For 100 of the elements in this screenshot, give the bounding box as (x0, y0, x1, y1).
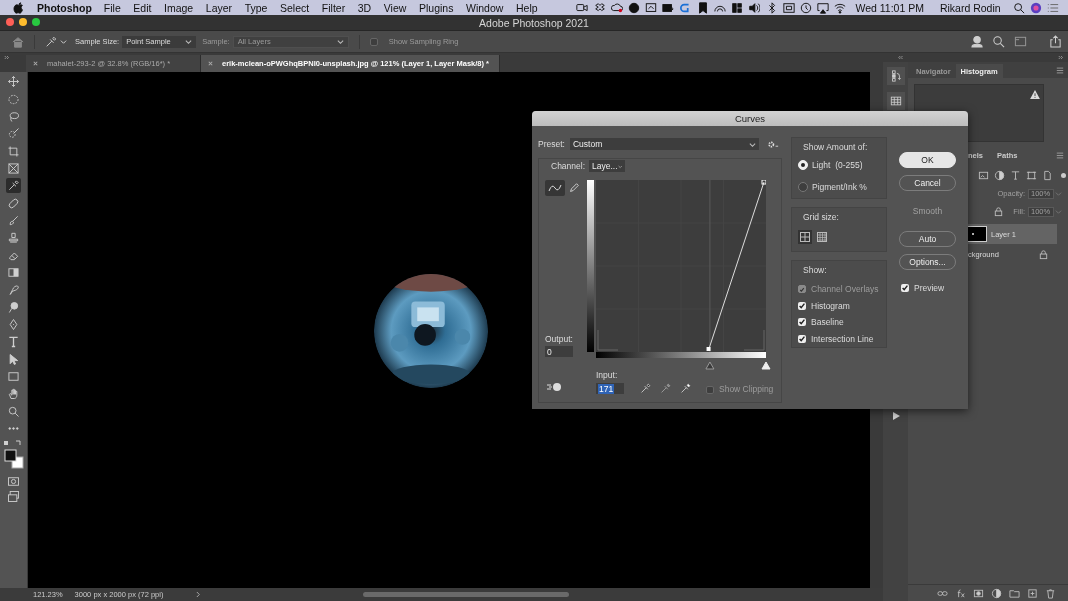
menu-item[interactable]: View (383, 1, 407, 14)
calendar-icon[interactable] (782, 1, 795, 14)
caret-icon[interactable] (185, 38, 193, 45)
move-icon[interactable] (6, 74, 21, 90)
fx-icon[interactable] (955, 587, 966, 599)
point-adjust-icon[interactable] (546, 380, 564, 394)
menu-item[interactable]: Window (466, 1, 504, 14)
zoom-window-button[interactable] (32, 18, 40, 26)
menu-item[interactable]: Image (164, 1, 194, 14)
checkbox-label: Channel Overlays (811, 284, 879, 295)
apple-icon[interactable] (13, 1, 25, 14)
rectangle-icon[interactable] (6, 369, 21, 384)
checkbox[interactable] (798, 301, 806, 310)
menu-item[interactable]: Type (244, 1, 268, 14)
screen-icon[interactable] (645, 1, 658, 14)
input-field[interactable]: 171 (596, 383, 624, 394)
monitor-icon[interactable] (662, 1, 675, 14)
image-filter-icon[interactable] (978, 170, 989, 181)
caret-icon[interactable] (748, 140, 756, 148)
output-field[interactable]: 0 (545, 346, 573, 357)
shape-filter-icon[interactable] (1026, 170, 1037, 181)
circle-icon[interactable] (628, 1, 640, 14)
menu-item[interactable]: File (103, 1, 121, 14)
preset-dropdown[interactable]: Custom (569, 138, 759, 150)
filter-toggle[interactable] (1061, 173, 1066, 178)
dialog-button[interactable]: OK (899, 152, 956, 168)
home-icon[interactable] (12, 35, 24, 48)
airplay-icon[interactable] (817, 1, 830, 14)
siri-icon[interactable] (1029, 1, 1042, 14)
trash-icon[interactable] (1045, 587, 1056, 599)
search-icon[interactable] (1012, 1, 1025, 14)
pen-icon[interactable] (6, 317, 21, 332)
expand-icon[interactable] (4, 55, 10, 60)
cloud-icon[interactable] (610, 1, 623, 14)
menu-item[interactable]: Plugins (418, 1, 454, 14)
close-icon[interactable] (32, 60, 39, 67)
menu-item[interactable]: Select (280, 1, 310, 14)
eyedropper-icon[interactable] (6, 178, 21, 194)
scrollbar-thumb[interactable] (363, 592, 570, 597)
box-icon[interactable] (593, 1, 606, 14)
folder-icon[interactable] (1009, 587, 1020, 599)
pencil-icon[interactable] (568, 182, 580, 194)
menu-icon[interactable] (1056, 67, 1064, 74)
coarse-grid-icon[interactable] (798, 230, 812, 244)
minimize-window-button[interactable] (19, 18, 27, 26)
slider-handle[interactable] (705, 361, 715, 370)
video-camera-icon[interactable] (576, 1, 589, 14)
chevron-icon[interactable] (196, 591, 202, 598)
channel-dropdown[interactable]: Laye... (589, 160, 626, 172)
close-window-button[interactable] (6, 18, 14, 26)
collapse-icon[interactable] (898, 55, 904, 60)
fine-grid-icon[interactable] (815, 230, 829, 244)
play-icon[interactable] (890, 411, 901, 421)
mask-icon[interactable] (973, 587, 984, 599)
expand-icon[interactable] (1058, 55, 1064, 60)
lock-icon[interactable] (1038, 248, 1049, 260)
grid-icon[interactable] (731, 1, 744, 14)
type-filter-icon[interactable] (1010, 170, 1021, 181)
checkbox[interactable] (901, 284, 909, 292)
wifi-icon[interactable] (834, 1, 847, 14)
menu-item[interactable]: Edit (133, 1, 152, 14)
search-icon[interactable] (992, 35, 1005, 48)
dialog-button[interactable]: Options... (899, 254, 956, 270)
checkbox[interactable] (798, 334, 806, 343)
checkbox[interactable] (798, 318, 806, 327)
dodge-icon[interactable] (6, 299, 21, 315)
menu-item[interactable]: Layer (205, 1, 233, 14)
eyedropper-icon[interactable] (45, 35, 57, 48)
list-icon[interactable] (1047, 1, 1059, 14)
app-menu[interactable]: Photoshop (37, 1, 92, 14)
person-icon[interactable] (971, 35, 984, 48)
menu-item[interactable]: Help (515, 1, 538, 14)
stamp-icon[interactable] (6, 230, 21, 246)
menu-item[interactable]: Filter (321, 1, 346, 14)
window-icon[interactable] (1014, 35, 1027, 48)
eyedropper-icon[interactable] (660, 383, 671, 394)
lock-icon[interactable] (993, 206, 1005, 217)
menu-icon[interactable] (1056, 151, 1064, 159)
screen-mode-icon[interactable] (6, 489, 21, 505)
smart-object-filter-icon[interactable] (1042, 170, 1053, 181)
grid-icon[interactable] (886, 92, 905, 110)
caret-icon[interactable] (60, 38, 67, 45)
frame-icon[interactable] (6, 160, 21, 176)
curve-tool-icon[interactable] (545, 180, 565, 196)
adjustment-icon[interactable] (991, 587, 1002, 599)
adjustment-filter-icon[interactable] (994, 170, 1005, 181)
gear-icon[interactable] (766, 139, 779, 149)
speaker-icon[interactable] (748, 1, 761, 14)
history-icon[interactable] (886, 67, 905, 85)
menu-item[interactable]: 3D (357, 1, 372, 14)
share-icon[interactable] (1049, 35, 1062, 48)
user-name[interactable]: Rikard Rodin (939, 1, 1001, 14)
hook-icon[interactable] (679, 1, 692, 14)
close-icon[interactable] (207, 60, 214, 67)
new-layer-icon[interactable] (1027, 587, 1038, 599)
clock-icon[interactable] (799, 1, 812, 14)
clock[interactable]: Wed 11:01 PM (855, 1, 924, 14)
color-swatches-icon[interactable] (2, 440, 25, 471)
type-tool-icon[interactable] (6, 334, 21, 350)
radio-button[interactable] (798, 182, 808, 192)
